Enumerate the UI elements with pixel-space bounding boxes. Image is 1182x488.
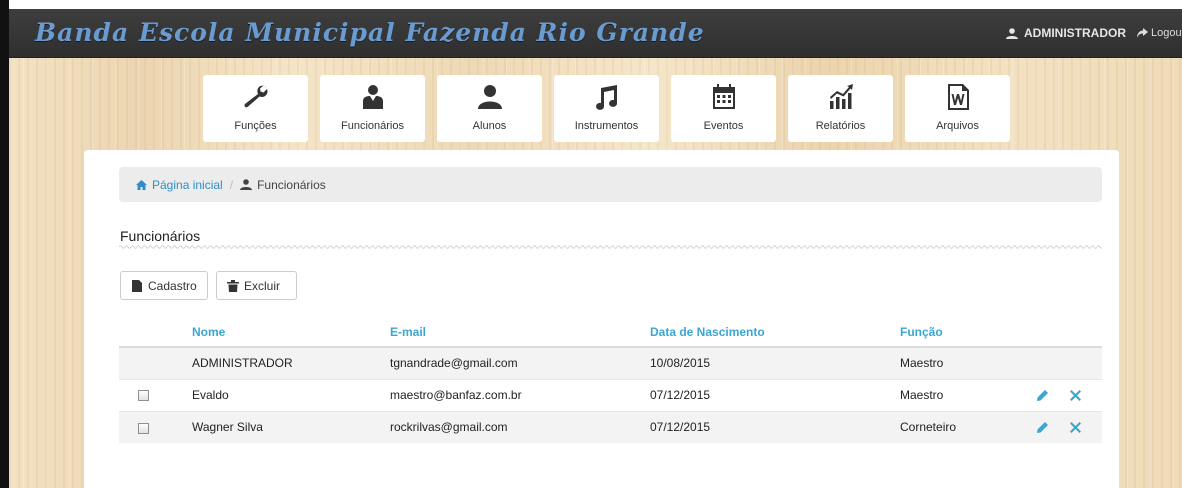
excluir-label: Excluir	[244, 278, 281, 293]
close-icon	[1070, 389, 1081, 401]
table-row: Wagner Silva rockrilvas@gmail.com 07/12/…	[119, 410, 1102, 443]
content-panel: Página inicial / Funcionários Funcionári…	[84, 150, 1119, 488]
row-select-cell	[119, 410, 192, 443]
word-file-icon	[947, 84, 969, 110]
cell-actions	[1035, 346, 1102, 379]
cell-data: 07/12/2015	[650, 378, 900, 411]
logout-link[interactable]: Logout	[1137, 27, 1182, 39]
user-icon	[477, 85, 502, 109]
menu-tile-label: Instrumentos	[574, 120, 639, 132]
menu-tile-label: Arquivos	[936, 120, 979, 132]
brand-title[interactable]: Banda Escola Municipal Fazenda Rio Grand…	[35, 18, 705, 47]
edit-button[interactable]	[1037, 421, 1048, 433]
wavy-divider	[119, 244, 1102, 250]
user-menu[interactable]: ADMINISTRADOR	[1006, 26, 1126, 40]
breadcrumb-separator: /	[229, 177, 234, 192]
stats-icon	[829, 84, 853, 109]
pencil-icon	[1037, 421, 1048, 433]
menu-tile-label: Alunos	[472, 120, 507, 132]
funcionarios-table: Nome E-mail Data de Nascimento Função AD…	[119, 318, 1102, 443]
row-select-cell	[119, 346, 192, 379]
top-navbar: Banda Escola Municipal Fazenda Rio Grand…	[9, 9, 1182, 58]
menu-tile-funcionarios[interactable]: Funcionários	[320, 75, 425, 142]
table-row: ADMINISTRADOR tgnandrade@gmail.com 10/08…	[119, 346, 1102, 379]
row-checkbox[interactable]	[138, 390, 149, 402]
menu-tile-label: Relatórios	[815, 120, 866, 132]
row-checkbox[interactable]	[138, 422, 149, 434]
cell-data: 10/08/2015	[650, 346, 900, 379]
share-icon	[1137, 28, 1148, 38]
breadcrumb-home-link[interactable]: Página inicial	[136, 178, 223, 192]
menu-tile-label: Eventos	[703, 120, 744, 132]
menu-tile-instrumentos[interactable]: Instrumentos	[554, 75, 659, 142]
menu-tile-eventos[interactable]: Eventos	[671, 75, 776, 142]
user-icon	[240, 179, 253, 190]
cell-email: rockrilvas@gmail.com	[390, 410, 650, 443]
calendar-icon	[712, 84, 735, 109]
header-select	[119, 318, 192, 348]
staff-icon	[362, 85, 383, 109]
table-header-row: Nome E-mail Data de Nascimento Função	[119, 318, 1102, 348]
cell-nome: Wagner Silva	[192, 410, 390, 443]
trash-icon	[227, 279, 239, 292]
pencil-icon	[1037, 389, 1048, 401]
home-icon	[136, 179, 147, 190]
close-icon	[1070, 421, 1081, 433]
breadcrumb-current: Funcionários	[240, 178, 326, 192]
cell-actions	[1035, 410, 1102, 443]
excluir-button[interactable]: Excluir	[216, 271, 297, 300]
window-top-border	[0, 0, 1182, 9]
menu-tile-funcoes[interactable]: Funções	[203, 75, 308, 142]
user-icon	[1006, 27, 1018, 39]
delete-button[interactable]	[1070, 389, 1081, 401]
cell-email: tgnandrade@gmail.com	[390, 346, 650, 379]
menu-tile-label: Funções	[234, 120, 277, 132]
cell-actions	[1035, 378, 1102, 411]
delete-button[interactable]	[1070, 421, 1081, 433]
row-actions	[1035, 389, 1102, 401]
cell-nome: Evaldo	[192, 378, 390, 411]
edit-button[interactable]	[1037, 389, 1048, 401]
header-nome[interactable]: Nome	[192, 318, 390, 348]
page-title: Funcionários	[120, 228, 201, 244]
header-actions	[1035, 318, 1102, 348]
cell-funcao: Corneteiro	[900, 410, 1035, 443]
menu-tile-arquivos[interactable]: Arquivos	[905, 75, 1010, 142]
logout-label: Logout	[1151, 27, 1182, 39]
user-name: ADMINISTRADOR	[1024, 26, 1126, 40]
file-icon	[132, 279, 142, 292]
menu-tile-alunos[interactable]: Alunos	[437, 75, 542, 142]
menu-tile-relatorios[interactable]: Relatórios	[788, 75, 893, 142]
header-funcao[interactable]: Função	[900, 318, 1035, 348]
row-select-cell	[119, 378, 192, 411]
breadcrumb-current-label: Funcionários	[257, 177, 326, 192]
cell-data: 07/12/2015	[650, 410, 900, 443]
music-note-icon	[595, 85, 617, 110]
cell-funcao: Maestro	[900, 346, 1035, 379]
cell-funcao: Maestro	[900, 378, 1035, 411]
menu-tile-label: Funcionários	[341, 120, 404, 132]
cadastro-label: Cadastro	[148, 278, 197, 293]
window-left-border	[0, 0, 9, 488]
table-row: Evaldo maestro@banfaz.com.br 07/12/2015 …	[119, 378, 1102, 411]
cadastro-button[interactable]: Cadastro	[120, 271, 208, 300]
header-data-nascimento[interactable]: Data de Nascimento	[650, 318, 900, 348]
breadcrumb-home-label: Página inicial	[152, 177, 223, 192]
row-actions	[1035, 421, 1102, 433]
cell-email: maestro@banfaz.com.br	[390, 378, 650, 411]
wrench-icon	[243, 85, 267, 108]
cell-nome: ADMINISTRADOR	[192, 346, 390, 379]
main-menu: Funções Funcionários Alunos Instrumentos…	[203, 75, 1010, 142]
breadcrumb: Página inicial / Funcionários	[119, 167, 1102, 202]
header-email[interactable]: E-mail	[390, 318, 650, 348]
